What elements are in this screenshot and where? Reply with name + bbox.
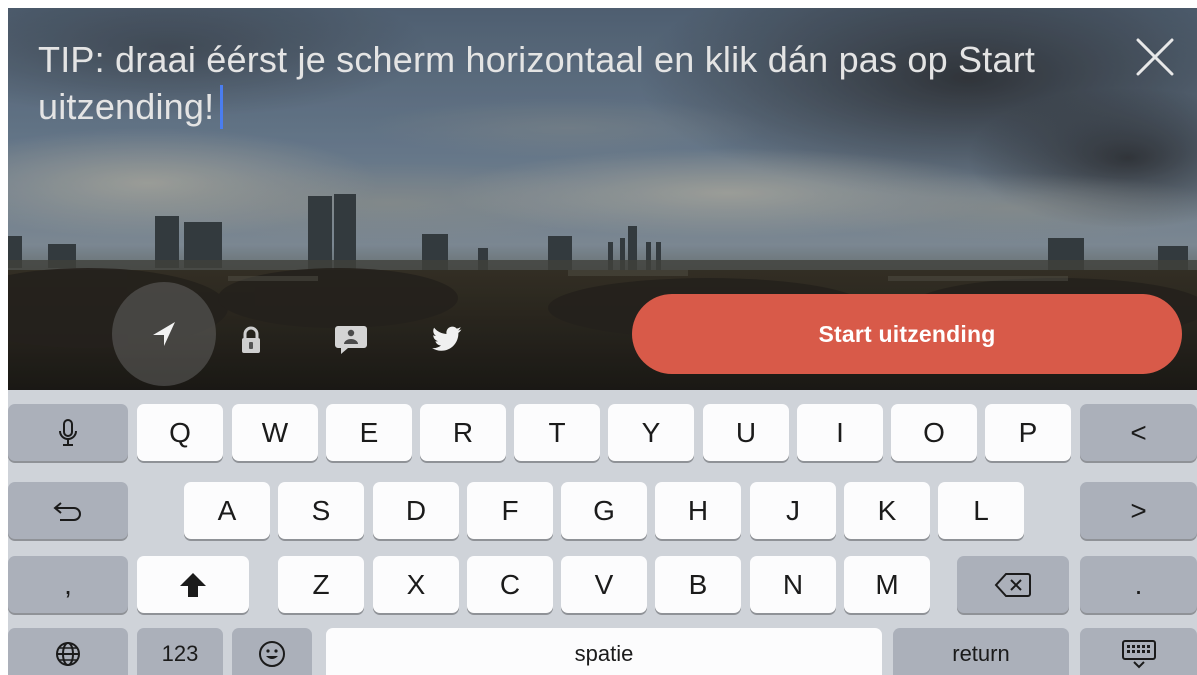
key-u[interactable]: U <box>703 404 789 461</box>
key-i[interactable]: I <box>797 404 883 461</box>
key-g[interactable]: G <box>561 482 647 539</box>
key-f[interactable]: F <box>467 482 553 539</box>
dismiss-keyboard-key[interactable] <box>1080 628 1197 675</box>
key-x[interactable]: X <box>373 556 459 613</box>
key-o[interactable]: O <box>891 404 977 461</box>
numbers-key[interactable]: 123 <box>137 628 223 675</box>
keyboard: , Q W E R T Y U I O P A S D F G H J K L <box>8 390 1197 675</box>
comma-label: , <box>64 568 72 600</box>
key-l[interactable]: L <box>938 482 1024 539</box>
close-button[interactable] <box>1132 34 1178 80</box>
undo-key[interactable] <box>8 482 128 539</box>
key-t[interactable]: T <box>514 404 600 461</box>
key-e[interactable]: E <box>326 404 412 461</box>
globe-key[interactable] <box>8 628 128 675</box>
twitter-bird-icon <box>432 326 462 351</box>
key-p[interactable]: P <box>985 404 1071 461</box>
shift-key[interactable] <box>137 556 249 613</box>
key-v[interactable]: V <box>561 556 647 613</box>
right-arrow-key[interactable]: > <box>1080 482 1197 539</box>
key-h[interactable]: H <box>655 482 741 539</box>
location-arrow-icon <box>153 322 175 346</box>
key-j[interactable]: J <box>750 482 836 539</box>
chat-bubble-icon <box>335 326 367 354</box>
key-b[interactable]: B <box>655 556 741 613</box>
undo-icon <box>53 501 81 521</box>
key-z[interactable]: Z <box>278 556 364 613</box>
key-d[interactable]: D <box>373 482 459 539</box>
shift-arrow-icon <box>180 572 206 597</box>
key-k[interactable]: K <box>844 482 930 539</box>
left-arrow-key[interactable]: < <box>1080 404 1197 461</box>
emoji-icon <box>259 641 285 667</box>
microphone-icon <box>59 418 77 446</box>
tip-message[interactable]: TIP: draai éérst je scherm horizontaal e… <box>38 36 1058 130</box>
tip-text: TIP: draai éérst je scherm horizontaal e… <box>38 39 1036 127</box>
emoji-key[interactable] <box>232 628 312 675</box>
comma-key[interactable]: , <box>8 556 128 613</box>
chat-toggle[interactable] <box>334 322 368 356</box>
key-n[interactable]: N <box>750 556 836 613</box>
globe-icon <box>56 642 80 666</box>
key-q[interactable]: Q <box>137 404 223 461</box>
location-button[interactable] <box>112 282 216 386</box>
text-caret <box>220 85 224 129</box>
camera-preview: TIP: draai éérst je scherm horizontaal e… <box>8 8 1197 390</box>
key-m[interactable]: M <box>844 556 930 613</box>
screen: TIP: draai éérst je scherm horizontaal e… <box>8 8 1197 675</box>
key-s[interactable]: S <box>278 482 364 539</box>
keyboard-dismiss-icon <box>1121 640 1156 669</box>
twitter-toggle[interactable] <box>432 326 462 352</box>
key-c[interactable]: C <box>467 556 553 613</box>
close-icon <box>1136 38 1174 76</box>
backspace-icon <box>994 572 1031 597</box>
space-key[interactable]: spatie <box>326 628 882 675</box>
private-toggle[interactable] <box>240 326 262 354</box>
key-w[interactable]: W <box>232 404 318 461</box>
backspace-key[interactable] <box>957 556 1069 613</box>
key-r[interactable]: R <box>420 404 506 461</box>
key-a[interactable]: A <box>184 482 270 539</box>
lock-icon <box>242 326 260 353</box>
start-broadcast-button[interactable]: Start uitzending <box>632 294 1182 374</box>
period-key[interactable]: . <box>1080 556 1197 613</box>
key-y[interactable]: Y <box>608 404 694 461</box>
return-key[interactable]: return <box>893 628 1069 675</box>
dictation-key[interactable] <box>8 404 128 461</box>
